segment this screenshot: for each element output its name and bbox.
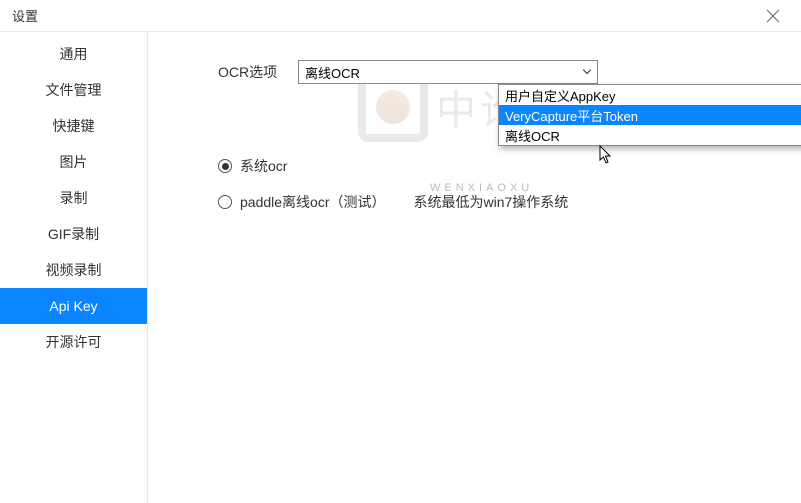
radio-system-ocr[interactable] bbox=[218, 159, 232, 173]
sidebar: 通用 文件管理 快捷键 图片 录制 GIF录制 视频录制 Api Key 开源许… bbox=[0, 32, 148, 503]
sidebar-item-gif-record[interactable]: GIF录制 bbox=[0, 216, 147, 252]
sidebar-item-label: 通用 bbox=[60, 44, 88, 64]
dropdown-item-offline-ocr[interactable]: 离线OCR bbox=[499, 125, 801, 145]
dropdown-item-appkey[interactable]: 用户自定义AppKey bbox=[499, 85, 801, 105]
radio-paddle-hint: 系统最低为win7操作系统 bbox=[414, 192, 569, 212]
sidebar-item-label: 快捷键 bbox=[53, 116, 95, 136]
close-icon bbox=[766, 9, 780, 23]
sidebar-item-general[interactable]: 通用 bbox=[0, 36, 147, 72]
sidebar-item-label: 文件管理 bbox=[46, 80, 102, 100]
sidebar-item-label: 录制 bbox=[60, 188, 88, 208]
sidebar-item-label: 开源许可 bbox=[46, 332, 102, 352]
sidebar-item-record[interactable]: 录制 bbox=[0, 180, 147, 216]
ocr-dropdown: 用户自定义AppKey VeryCapture平台Token 离线OCR bbox=[498, 84, 801, 146]
sidebar-item-api-key[interactable]: Api Key bbox=[0, 288, 147, 324]
sidebar-item-file-management[interactable]: 文件管理 bbox=[0, 72, 147, 108]
sidebar-item-label: 图片 bbox=[60, 152, 88, 172]
radio-paddle-ocr-label: paddle离线ocr（测试） bbox=[240, 192, 386, 212]
ocr-select-value: 离线OCR bbox=[305, 63, 360, 82]
title-bar: 设置 bbox=[0, 0, 801, 32]
radio-system-ocr-label: 系统ocr bbox=[240, 156, 287, 176]
dropdown-item-verycapture[interactable]: VeryCapture平台Token bbox=[499, 105, 801, 125]
dropdown-item-label: 用户自定义AppKey bbox=[505, 86, 616, 105]
close-button[interactable] bbox=[757, 0, 789, 32]
content-panel: 中论 资源库 WENXIAOXU OCR选项 离线OCR 系统ocr paddl… bbox=[148, 32, 801, 503]
chevron-down-icon bbox=[583, 70, 591, 75]
sidebar-item-image[interactable]: 图片 bbox=[0, 144, 147, 180]
dropdown-item-label: VeryCapture平台Token bbox=[505, 106, 638, 125]
sidebar-item-label: Api Key bbox=[49, 298, 97, 314]
ocr-option-label: OCR选项 bbox=[172, 62, 298, 82]
radio-paddle-ocr[interactable] bbox=[218, 195, 232, 209]
window-title: 设置 bbox=[12, 6, 38, 25]
sidebar-item-label: 视频录制 bbox=[46, 260, 102, 280]
dropdown-item-label: 离线OCR bbox=[505, 126, 560, 145]
sidebar-item-label: GIF录制 bbox=[48, 224, 99, 244]
watermark-subtext: WENXIAOXU bbox=[430, 182, 533, 194]
sidebar-item-shortcuts[interactable]: 快捷键 bbox=[0, 108, 147, 144]
ocr-select[interactable]: 离线OCR bbox=[298, 60, 598, 84]
sidebar-item-open-source[interactable]: 开源许可 bbox=[0, 324, 147, 360]
sidebar-item-video-record[interactable]: 视频录制 bbox=[0, 252, 147, 288]
